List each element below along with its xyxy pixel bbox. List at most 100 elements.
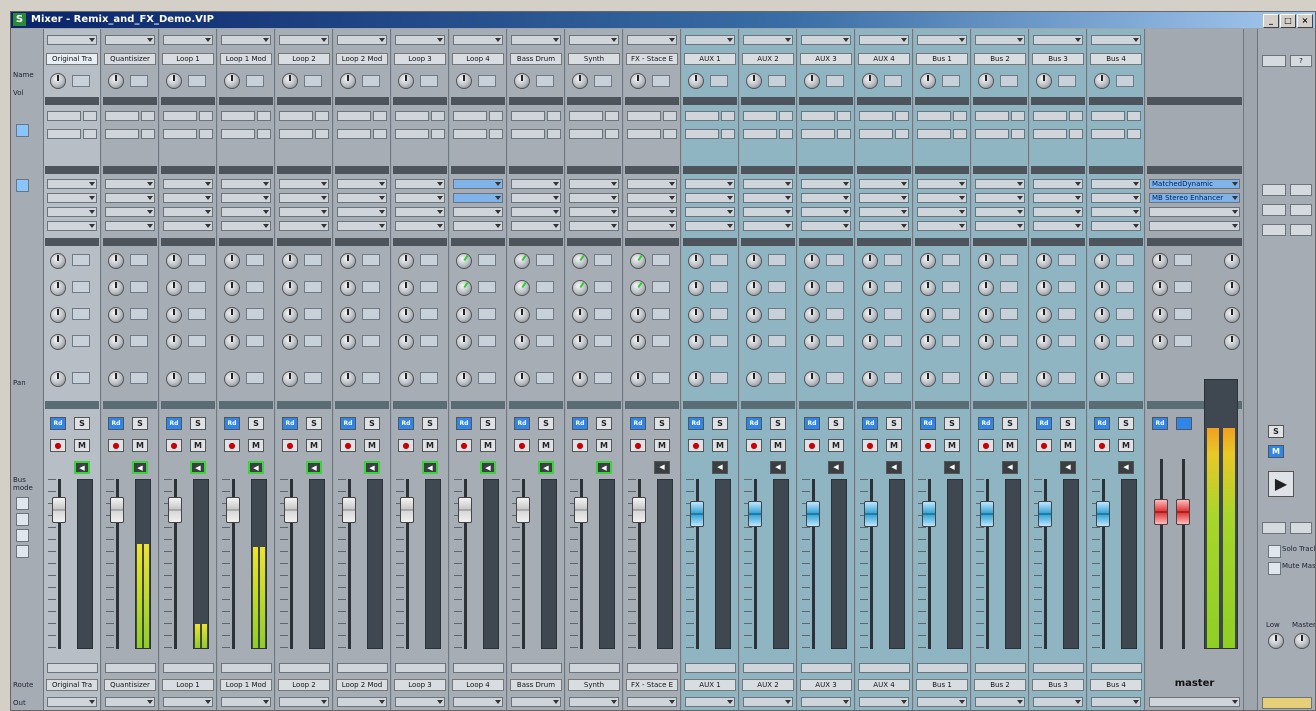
eq-knob[interactable] (108, 307, 124, 323)
plugin-slot[interactable] (105, 179, 155, 189)
output-select[interactable] (743, 697, 793, 707)
volume-knob[interactable] (862, 73, 878, 89)
plugin-slot[interactable] (279, 207, 329, 217)
input-select[interactable] (1033, 35, 1083, 45)
plugin-slot[interactable] (163, 179, 213, 189)
aux-send-2[interactable] (685, 129, 719, 139)
plugin-slot[interactable] (743, 207, 793, 217)
expand-aux-toggle[interactable] (16, 124, 29, 137)
volume-knob[interactable] (514, 73, 530, 89)
read-automation-button[interactable]: Rd (340, 417, 356, 430)
transport-b-button[interactable] (1290, 522, 1312, 534)
aux-send-2-level[interactable] (895, 129, 909, 139)
eq-knob[interactable] (804, 280, 820, 296)
plugin-slot[interactable] (163, 221, 213, 231)
input-select[interactable] (395, 35, 445, 45)
record-arm-button[interactable]: ● (50, 439, 66, 452)
mute-master-checkbox[interactable] (1268, 562, 1281, 575)
plugin-slot[interactable] (337, 221, 387, 231)
route-name[interactable]: Loop 2 (278, 679, 330, 691)
plugin-slot[interactable] (1033, 179, 1083, 189)
aux-send-2[interactable] (627, 129, 661, 139)
plugin-slot[interactable] (569, 221, 619, 231)
monitor-speaker-button[interactable]: ◀ (132, 461, 148, 474)
track-name[interactable]: AUX 4 (858, 53, 910, 65)
plugin-slot[interactable] (627, 221, 677, 231)
mute-button[interactable]: M (248, 439, 264, 452)
volume-fader[interactable] (922, 501, 936, 527)
eq-knob[interactable] (688, 280, 704, 296)
aux-send-2-level[interactable] (373, 129, 387, 139)
plugin-slot[interactable] (743, 179, 793, 189)
aux-send-1-level[interactable] (257, 111, 271, 121)
eq-knob[interactable] (862, 280, 878, 296)
track-name[interactable]: Bass Drum (510, 53, 562, 65)
input-select[interactable] (105, 35, 155, 45)
aux-send-1-level[interactable] (895, 111, 909, 121)
eq-knob[interactable] (920, 307, 936, 323)
record-arm-button[interactable]: ● (282, 439, 298, 452)
monitor-speaker-button[interactable]: ◀ (306, 461, 322, 474)
pan-knob[interactable] (108, 371, 124, 387)
aux-send-1[interactable] (859, 111, 893, 121)
read-automation-button[interactable]: Rd (630, 417, 646, 430)
input-select[interactable] (569, 35, 619, 45)
eq-knob[interactable] (282, 280, 298, 296)
plugin-slot[interactable] (743, 193, 793, 203)
input-select[interactable] (163, 35, 213, 45)
record-arm-button[interactable]: ● (456, 439, 472, 452)
route-name[interactable]: Bass Drum (510, 679, 562, 691)
monitor-speaker-button[interactable]: ◀ (480, 461, 496, 474)
eq-knob[interactable] (340, 334, 356, 350)
plugin-slot[interactable] (511, 221, 561, 231)
transport-a-button[interactable] (1262, 522, 1286, 534)
monitor-speaker-button[interactable]: ◀ (538, 461, 554, 474)
route-select[interactable] (511, 663, 562, 673)
aux-send-2-level[interactable] (779, 129, 793, 139)
aux-send-2[interactable] (221, 129, 255, 139)
plugin-slot[interactable] (917, 207, 967, 217)
plugin-slot[interactable] (453, 193, 503, 203)
solo-button[interactable]: S (480, 417, 496, 430)
aux-send-1[interactable] (685, 111, 719, 121)
eq-knob[interactable] (804, 307, 820, 323)
eq-knob[interactable] (50, 334, 66, 350)
aux-send-2[interactable] (1033, 129, 1067, 139)
eq-knob[interactable] (50, 307, 66, 323)
plugin-slot[interactable] (917, 193, 967, 203)
solo-button[interactable]: S (132, 417, 148, 430)
aux-send-1[interactable] (975, 111, 1009, 121)
plugin-slot[interactable] (685, 221, 735, 231)
help-button[interactable]: ? (1290, 55, 1312, 67)
aux-send-2[interactable] (569, 129, 603, 139)
volume-knob[interactable] (282, 73, 298, 89)
input-select[interactable] (47, 35, 97, 45)
plugin-slot[interactable] (801, 179, 851, 189)
plugin-b-button[interactable] (1290, 184, 1312, 196)
eq-knob[interactable] (688, 253, 704, 269)
output-select[interactable] (511, 697, 561, 707)
aux-send-2-level[interactable] (1069, 129, 1083, 139)
volume-fader[interactable] (110, 497, 124, 523)
solo-button[interactable]: S (770, 417, 786, 430)
output-select[interactable] (685, 697, 735, 707)
monitor-speaker-button[interactable]: ◀ (944, 461, 960, 474)
eq-knob[interactable] (630, 280, 646, 296)
track-name[interactable]: Loop 1 (162, 53, 214, 65)
aux-send-2[interactable] (801, 129, 835, 139)
plugin-e-button[interactable] (1262, 224, 1286, 236)
master-read-button[interactable]: Rd (1152, 417, 1168, 430)
route-name[interactable]: Original Tra (46, 679, 98, 691)
record-arm-button[interactable]: ● (804, 439, 820, 452)
mute-button[interactable]: M (132, 439, 148, 452)
route-select[interactable] (395, 663, 446, 673)
eq-knob[interactable] (456, 334, 472, 350)
eq-knob[interactable] (398, 253, 414, 269)
record-mode-button[interactable] (1262, 697, 1312, 709)
route-name[interactable]: AUX 1 (684, 679, 736, 691)
output-select[interactable] (569, 697, 619, 707)
master-plugin-slot[interactable]: MB Stereo Enhancer (1149, 193, 1240, 203)
plugin-slot[interactable] (859, 207, 909, 217)
master-eq-knob[interactable] (1152, 334, 1168, 350)
solo-button[interactable]: S (74, 417, 90, 430)
